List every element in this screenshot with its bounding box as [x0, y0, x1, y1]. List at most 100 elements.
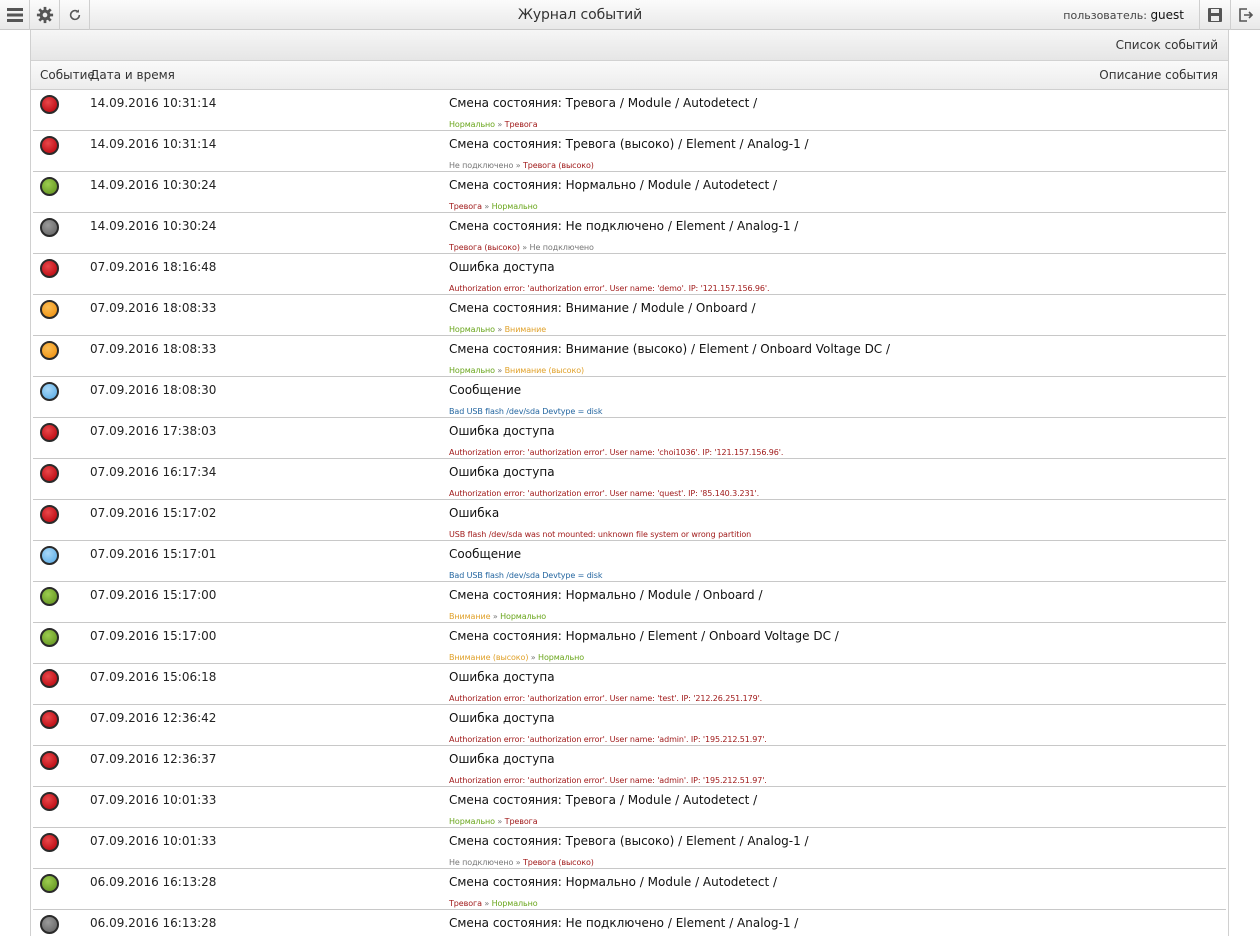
status-orange-icon: [40, 341, 59, 360]
event-title: Ошибка доступа: [449, 711, 555, 725]
status-red-icon: [40, 423, 59, 442]
event-row[interactable]: 07.09.2016 10:01:33 Смена состояния: Трев…: [33, 828, 1226, 869]
event-detail-part: Тревога: [449, 899, 482, 908]
event-row[interactable]: 07.09.2016 15:17:02 Ошибка USB flash /dev/…: [33, 500, 1226, 541]
event-row[interactable]: 07.09.2016 18:08:30 Сообщение Bad USB flas…: [33, 377, 1226, 418]
event-row[interactable]: 14.09.2016 10:31:14 Смена состояния: Трев…: [33, 131, 1226, 172]
status-green-icon: [40, 177, 59, 196]
event-detail-part: »: [513, 858, 523, 867]
event-detail-part: Нормально: [491, 899, 538, 908]
event-row[interactable]: 07.09.2016 15:06:18 Ошибка доступа Authori…: [33, 664, 1226, 705]
event-row[interactable]: 07.09.2016 12:36:37 Ошибка доступа Authori…: [33, 746, 1226, 787]
event-detail-part: »: [494, 366, 505, 375]
event-title: Ошибка доступа: [449, 752, 555, 766]
event-detail-part: Тревога: [449, 202, 482, 211]
status-red-icon: [40, 751, 59, 770]
event-detail-part: »: [494, 120, 505, 129]
event-detail-part: Bad USB flash /dev/sda Devtype = disk: [449, 571, 603, 580]
column-header-event[interactable]: Событие: [40, 61, 95, 90]
event-row[interactable]: 07.09.2016 18:08:33 Смена состояния: Вним…: [33, 336, 1226, 377]
event-detail-part: Нормально: [449, 366, 495, 375]
event-title: Смена состояния: Тревога / Module / Auto…: [449, 96, 758, 110]
event-details: Не подключено » Тревога (высоко): [449, 161, 594, 170]
event-details: Нормально » Внимание: [449, 325, 546, 334]
event-row[interactable]: 07.09.2016 15:17:00 Смена состояния: Норм…: [33, 582, 1226, 623]
event-detail-part: Тревога (высоко): [522, 161, 594, 170]
event-details: Внимание (высоко) » Нормально: [449, 653, 584, 662]
event-detail-part: »: [494, 325, 505, 334]
event-title: Ошибка доступа: [449, 260, 555, 274]
event-details: Тревога » Нормально: [449, 202, 538, 211]
event-row[interactable]: 14.09.2016 10:31:14 Смена состояния: Трев…: [33, 90, 1226, 131]
status-gray-icon: [40, 915, 59, 934]
event-row[interactable]: 14.09.2016 10:30:24 Смена состояния: Норм…: [33, 172, 1226, 213]
event-datetime: 14.09.2016 10:30:24: [90, 219, 217, 233]
event-details: Authorization error: 'authorization erro…: [449, 735, 767, 744]
event-datetime: 07.09.2016 17:38:03: [90, 424, 217, 438]
event-detail-part: Тревога: [504, 817, 538, 826]
event-row[interactable]: 07.09.2016 17:38:03 Ошибка доступа Authori…: [33, 418, 1226, 459]
event-row[interactable]: 07.09.2016 15:17:01 Сообщение Bad USB flas…: [33, 541, 1226, 582]
event-detail-part: Внимание (высоко): [449, 653, 529, 662]
event-details: Нормально » Тревога: [449, 120, 538, 129]
panel-title: Список событий: [31, 30, 1228, 61]
status-red-icon: [40, 259, 59, 278]
event-row[interactable]: 14.09.2016 10:30:24 Смена состояния: Не п…: [33, 213, 1226, 254]
event-title: Сообщение: [449, 383, 522, 397]
status-red-icon: [40, 710, 59, 729]
event-detail-part: Нормально: [449, 325, 495, 334]
event-detail-part: USB flash /dev/sda was not mounted: unkn…: [449, 530, 752, 539]
status-red-icon: [40, 669, 59, 688]
event-detail-part: Нормально: [449, 817, 495, 826]
event-detail-part: Authorization error: 'authorization erro…: [449, 489, 760, 498]
event-details: Authorization error: 'authorization erro…: [449, 448, 783, 457]
event-datetime: 06.09.2016 16:13:28: [90, 875, 217, 889]
event-datetime: 07.09.2016 15:17:01: [90, 547, 217, 561]
event-title: Смена состояния: Тревога (высоко) / Elem…: [449, 137, 809, 151]
user-label: пользователь:: [1063, 9, 1147, 22]
event-row[interactable]: 07.09.2016 18:16:48 Ошибка доступа Authori…: [33, 254, 1226, 295]
status-green-icon: [40, 874, 59, 893]
status-orange-icon: [40, 300, 59, 319]
status-blue-icon: [40, 382, 59, 401]
event-datetime: 06.09.2016 16:13:28: [90, 916, 217, 930]
events-panel: Список событий Событие Дата и время Опис…: [30, 30, 1229, 936]
event-datetime: 07.09.2016 15:06:18: [90, 670, 217, 684]
event-row[interactable]: 07.09.2016 16:17:34 Ошибка доступа Authori…: [33, 459, 1226, 500]
event-detail-part: Не подключено: [449, 858, 514, 867]
event-details: Нормально » Тревога: [449, 817, 538, 826]
event-detail-part: »: [519, 243, 530, 252]
event-datetime: 14.09.2016 10:30:24: [90, 178, 217, 192]
logout-button[interactable]: [1230, 0, 1260, 30]
event-datetime: 07.09.2016 10:01:33: [90, 793, 217, 807]
event-detail-part: »: [528, 653, 539, 662]
event-datetime: 07.09.2016 18:08:33: [90, 342, 217, 356]
event-details: Тревога » Нормально: [449, 899, 538, 908]
event-detail-part: Authorization error: 'authorization erro…: [449, 284, 770, 293]
event-detail-part: Внимание: [504, 325, 547, 334]
event-detail-part: Нормально: [449, 120, 495, 129]
event-row[interactable]: 07.09.2016 18:08:33 Смена состояния: Вним…: [33, 295, 1226, 336]
event-title: Смена состояния: Тревога / Module / Auto…: [449, 793, 758, 807]
event-title: Ошибка доступа: [449, 670, 555, 684]
event-detail-part: Тревога (высоко): [522, 858, 594, 867]
event-details: Authorization error: 'authorization erro…: [449, 776, 767, 785]
event-detail-part: Внимание: [449, 612, 491, 621]
event-row[interactable]: 07.09.2016 12:36:42 Ошибка доступа Authori…: [33, 705, 1226, 746]
event-datetime: 14.09.2016 10:31:14: [90, 96, 217, 110]
save-button[interactable]: [1199, 0, 1229, 30]
event-title: Смена состояния: Нормально / Module / Au…: [449, 875, 778, 889]
event-details: Authorization error: 'authorization erro…: [449, 489, 759, 498]
event-datetime: 07.09.2016 12:36:42: [90, 711, 217, 725]
event-row[interactable]: 06.09.2016 16:13:28 Смена состояния: Не п…: [33, 910, 1226, 936]
event-datetime: 07.09.2016 15:17:00: [90, 588, 217, 602]
event-details: Не подключено » Тревога (высоко): [449, 858, 594, 867]
event-row[interactable]: 07.09.2016 10:01:33 Смена состояния: Трев…: [33, 787, 1226, 828]
event-details: Bad USB flash /dev/sda Devtype = disk: [449, 407, 603, 416]
column-header-datetime[interactable]: Дата и время: [90, 61, 175, 90]
event-row[interactable]: 06.09.2016 16:13:28 Смена состояния: Норм…: [33, 869, 1226, 910]
event-row[interactable]: 07.09.2016 15:17:00 Смена состояния: Норм…: [33, 623, 1226, 664]
column-header-description[interactable]: Описание события: [1099, 61, 1218, 90]
status-red-icon: [40, 833, 59, 852]
user-name: guest: [1150, 8, 1184, 22]
